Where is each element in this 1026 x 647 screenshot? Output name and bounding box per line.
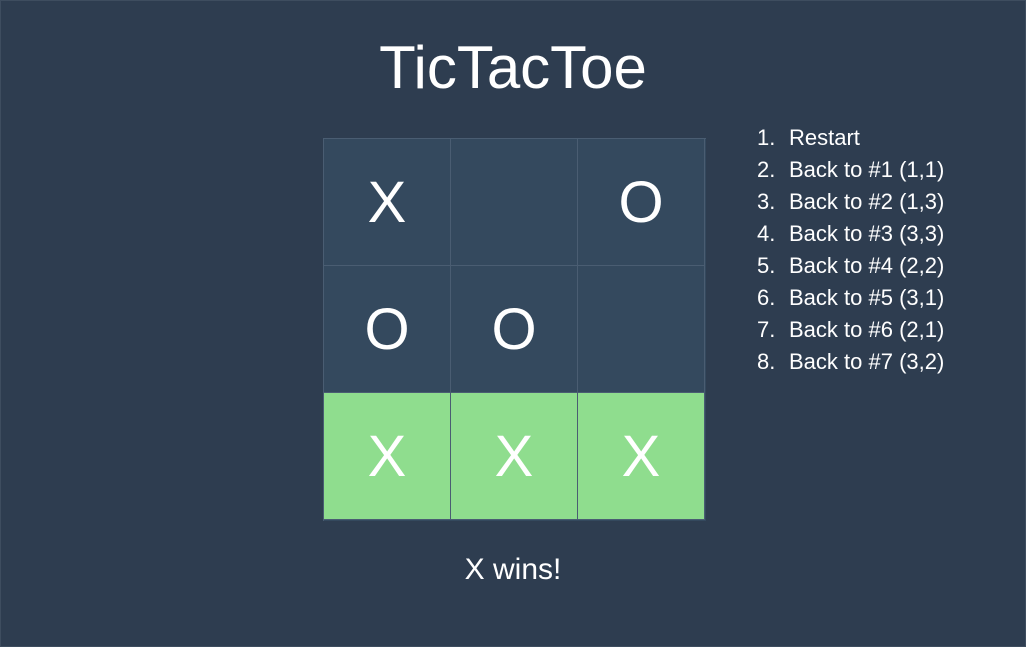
move-history-item: 1. Restart (757, 122, 944, 154)
board-cell-3-3[interactable]: X (578, 393, 705, 520)
board-cell-1-1[interactable]: X (324, 139, 451, 266)
jump-to-move-6-button[interactable]: Back to #6 (2,1) (789, 317, 944, 342)
move-history-item: 4. Back to #3 (3,3) (757, 218, 944, 250)
move-number: 6. (757, 285, 776, 310)
move-history-item: 7. Back to #6 (2,1) (757, 314, 944, 346)
move-history-item: 5. Back to #4 (2,2) (757, 250, 944, 282)
game-status: X wins! (464, 553, 562, 586)
move-number: 8. (757, 349, 776, 374)
move-number: 2. (757, 157, 776, 182)
move-history-item: 3. Back to #2 (1,3) (757, 186, 944, 218)
jump-to-move-2-button[interactable]: Back to #2 (1,3) (789, 189, 944, 214)
board-cell-2-2[interactable]: O (451, 266, 578, 393)
board-cell-3-2[interactable]: X (451, 393, 578, 520)
board-cell-2-1[interactable]: O (324, 266, 451, 393)
move-history-list: 1. Restart 2. Back to #1 (1,1) 3. Back to #… (757, 122, 944, 378)
move-history-item: 2. Back to #1 (1,1) (757, 154, 944, 186)
jump-to-move-5-button[interactable]: Back to #5 (3,1) (789, 285, 944, 310)
restart-button[interactable]: Restart (789, 125, 860, 150)
game-board: X O O O X X X (323, 138, 706, 521)
move-history-item: 6. Back to #5 (3,1) (757, 282, 944, 314)
move-number: 1. (757, 125, 776, 150)
move-number: 7. (757, 317, 776, 342)
board-cell-3-1[interactable]: X (324, 393, 451, 520)
move-number: 3. (757, 189, 776, 214)
jump-to-move-3-button[interactable]: Back to #3 (3,3) (789, 221, 944, 246)
board-cell-1-3[interactable]: O (578, 139, 705, 266)
jump-to-move-1-button[interactable]: Back to #1 (1,1) (789, 157, 944, 182)
page-title: TicTacToe (379, 34, 647, 101)
jump-to-move-7-button[interactable]: Back to #7 (3,2) (789, 349, 944, 374)
move-number: 4. (757, 221, 776, 246)
jump-to-move-4-button[interactable]: Back to #4 (2,2) (789, 253, 944, 278)
move-number: 5. (757, 253, 776, 278)
board-cell-1-2[interactable] (451, 139, 578, 266)
board-cell-2-3[interactable] (578, 266, 705, 393)
move-history-item: 8. Back to #7 (3,2) (757, 346, 944, 378)
